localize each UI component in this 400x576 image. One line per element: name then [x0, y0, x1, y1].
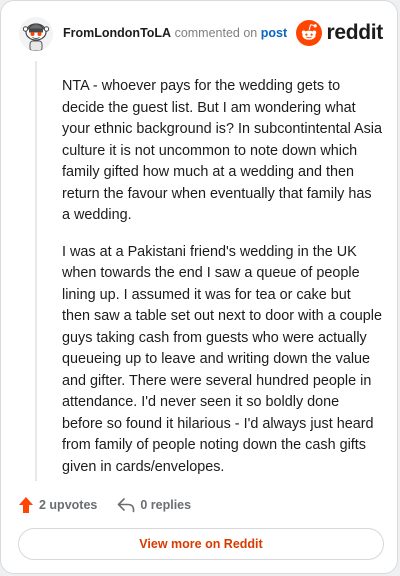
reply-arrow-icon	[118, 498, 135, 513]
reddit-brand-link[interactable]: reddit	[296, 19, 383, 47]
upvote-count: 2 upvotes	[39, 498, 98, 512]
upvote-arrow-icon	[19, 497, 33, 513]
upvote-button[interactable]: 2 upvotes	[18, 496, 97, 514]
view-more-button[interactable]: View more on Reddit	[18, 528, 384, 560]
post-link[interactable]: post	[261, 26, 287, 40]
comment-header: FromLondonToLA commented on post reddit	[19, 15, 383, 55]
action-text: commented on	[174, 26, 258, 40]
username-link[interactable]: FromLondonToLA	[63, 26, 171, 40]
comment-actions: 2 upvotes 0 replies	[18, 495, 191, 515]
thread-line	[35, 61, 37, 481]
comment-paragraph-2: I was at a Pakistani friend's wedding in…	[62, 243, 382, 475]
comment-paragraph-1: NTA - whoever pays for the wedding gets …	[62, 78, 382, 223]
reply-count: 0 replies	[140, 498, 192, 512]
reddit-logo-icon	[296, 20, 323, 46]
snoo-avatar-icon[interactable]	[19, 17, 53, 51]
comment-byline: FromLondonToLA commented on post	[63, 26, 287, 40]
view-more-label: View more on Reddit	[139, 537, 263, 551]
comment-body: NTA - whoever pays for the wedding gets …	[62, 76, 382, 493]
reddit-wordmark: reddit	[326, 21, 383, 44]
embedded-comment-card: FromLondonToLA commented on post reddit …	[0, 0, 398, 574]
reply-button[interactable]: 0 replies	[117, 497, 191, 513]
